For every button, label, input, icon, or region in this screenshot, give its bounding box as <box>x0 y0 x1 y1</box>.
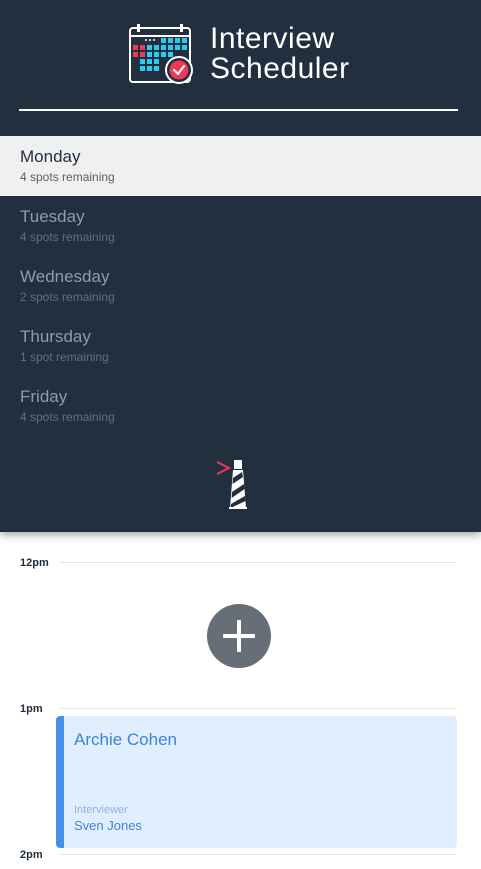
sidebar-divider <box>19 109 458 111</box>
day-spots: 4 spots remaining <box>20 230 115 244</box>
day-item-thursday[interactable]: Thursday 1 spot remaining <box>0 316 481 376</box>
time-label-12pm: 12pm <box>20 557 49 569</box>
day-spots: 1 spot remaining <box>20 350 109 364</box>
day-item-friday[interactable]: Friday 4 spots remaining <box>0 376 481 436</box>
brand: Interview Scheduler <box>128 24 388 88</box>
day-name: Thursday <box>20 327 91 346</box>
interviewer-label: Interviewer <box>74 804 128 816</box>
day-spots: 4 spots remaining <box>20 170 115 184</box>
lighthouse-icon <box>216 460 247 509</box>
day-item-monday[interactable]: Monday 4 spots remaining <box>0 136 481 196</box>
app-title-line-2: Scheduler <box>210 52 350 85</box>
day-list: Monday 4 spots remaining Tuesday 4 spots… <box>0 136 481 436</box>
time-label-1pm: 1pm <box>20 703 43 715</box>
time-divider <box>60 854 456 855</box>
day-name: Wednesday <box>20 267 110 286</box>
day-name: Friday <box>20 387 68 406</box>
time-label-2pm: 2pm <box>20 849 43 861</box>
appointment-card[interactable]: Archie Cohen Interviewer Sven Jones <box>56 716 457 848</box>
day-name: Tuesday <box>20 207 85 226</box>
sidebar: Interview Scheduler Monday 4 spots remai… <box>0 0 481 532</box>
day-spots: 4 spots remaining <box>20 410 115 424</box>
app-title-line-1: Interview <box>210 22 335 55</box>
day-name: Monday <box>20 147 81 166</box>
time-divider <box>60 562 456 563</box>
time-divider <box>60 708 456 709</box>
day-item-wednesday[interactable]: Wednesday 2 spots remaining <box>0 256 481 316</box>
day-item-tuesday[interactable]: Tuesday 4 spots remaining <box>0 196 481 256</box>
interviewer-name: Sven Jones <box>74 818 142 833</box>
day-spots: 2 spots remaining <box>20 290 115 304</box>
app-title: Interview Scheduler <box>210 24 350 84</box>
add-appointment-button[interactable] <box>207 604 271 668</box>
appointment-accent <box>56 716 64 848</box>
plus-icon-vertical <box>237 620 241 652</box>
calendar-check-icon <box>129 24 193 84</box>
student-name: Archie Cohen <box>74 730 178 749</box>
